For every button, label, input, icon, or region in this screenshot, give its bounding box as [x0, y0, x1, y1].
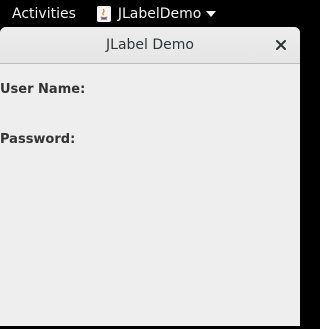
window-title: JLabel Demo [106, 37, 194, 53]
gnome-top-bar: Activities JLabelDemo [0, 0, 300, 27]
java-icon [96, 5, 112, 23]
close-icon [276, 40, 286, 50]
window-titlebar[interactable]: JLabel Demo [0, 27, 300, 64]
app-menu-button[interactable]: JLabelDemo [96, 5, 217, 23]
app-menu-label: JLabelDemo [117, 5, 202, 22]
window-content: User Name: Password: [0, 64, 300, 326]
activities-button[interactable]: Activities [12, 6, 76, 22]
desktop-screen: Activities JLabelDemo JLabel Demo User N… [0, 0, 300, 329]
user-name-label: User Name: [0, 82, 86, 97]
password-label: Password: [0, 132, 76, 147]
jlabel-demo-window: JLabel Demo User Name: Password: [0, 27, 300, 326]
chevron-down-icon [206, 10, 217, 17]
close-button[interactable] [273, 37, 289, 53]
